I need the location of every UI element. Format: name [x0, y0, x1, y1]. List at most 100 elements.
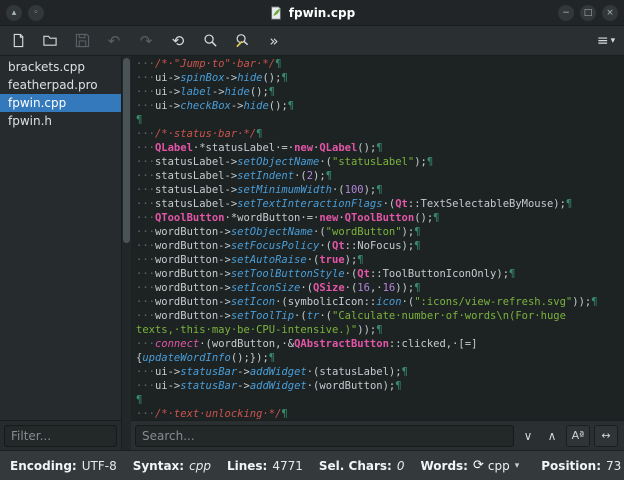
undo-button[interactable]: ↶ [102, 29, 126, 53]
redo-icon: ↷ [139, 31, 153, 50]
titlebar[interactable]: ▴ ◦ fpwin.cpp − □ × [0, 0, 624, 26]
search-bar: ∨ ∧ Aª ↔ [131, 420, 624, 450]
keep-above-icon: ▴ [11, 7, 17, 18]
close-icon: × [606, 7, 614, 18]
code-line: ···ui->label->hide();¶ [136, 86, 276, 98]
find-replace-button[interactable] [230, 29, 254, 53]
position-indicator: Position: 73 [541, 459, 621, 473]
chevron-down-icon: ∨ [523, 428, 533, 443]
sidebar: brackets.cpp featherpad.pro fpwin.cpp fpwin… [0, 56, 122, 450]
position-label: Position: [541, 458, 601, 473]
new-file-button[interactable] [6, 29, 30, 53]
minimize-button[interactable]: − [558, 4, 574, 21]
titlebar-left-buttons: ▴ ◦ [6, 4, 96, 21]
editor-scrollbar[interactable] [122, 56, 131, 450]
pin-button[interactable]: ◦ [28, 4, 44, 21]
words-refresh-icon[interactable]: ⟳ [473, 458, 484, 473]
code-line: ···wordButton->setObjectName·("wordButto… [136, 226, 421, 238]
code-line: ···wordButton->setIconSize·(QSize·(16,·1… [136, 282, 421, 294]
code-line: ···statusLabel->setIndent·(2);¶ [136, 170, 333, 182]
code-line: ···statusLabel->setTextInteractionFlags·… [136, 198, 573, 210]
whole-word-button[interactable]: ↔ [594, 424, 618, 447]
code-line: ···ui->statusBar->addWidget·(wordButton)… [136, 380, 402, 392]
code-area[interactable]: ···/*·"Jump·to"·bar·*/¶ ···ui->spinBox->h… [131, 56, 624, 420]
file-item[interactable]: fpwin.cpp [0, 94, 121, 112]
status-item: Words: ⟳ [420, 458, 484, 473]
chevron-down-icon: ▾ [514, 460, 520, 471]
code-line: ···wordButton->setToolTip·(tr·("Calculat… [136, 310, 566, 322]
match-case-button[interactable]: Aª [566, 424, 590, 447]
code-line: {updateWordInfo();});¶ [136, 352, 276, 364]
redo-button[interactable]: ↷ [134, 29, 158, 53]
statusbar: Encoding: UTF-8 Syntax: cpp Lines: 4771 Sel. C… [0, 450, 624, 480]
status-items: Encoding: UTF-8 Syntax: cpp Lines: 4771 Sel. C… [10, 458, 484, 473]
code-line: ···statusLabel->setMinimumWidth·(100);¶ [136, 184, 383, 196]
titlebar-right-buttons: − □ × [528, 4, 618, 21]
code-line: ···wordButton->setIcon·(symbolicIcon::ic… [136, 296, 598, 308]
chevron-up-icon: ∧ [547, 428, 557, 443]
file-item[interactable]: fpwin.h [0, 112, 121, 130]
code-line: texts,·this·may·be·CPU-intensive.)"));¶ [136, 324, 383, 336]
status-item: Sel. Chars: 0 [318, 458, 405, 473]
match-case-icon: Aª [571, 429, 585, 442]
reload-button[interactable]: ⟲ [166, 29, 190, 53]
code-line: ···wordButton->setFocusPolicy·(Qt::NoFoc… [136, 240, 421, 252]
status-right: cpp ▾ Position: 73 [484, 457, 621, 475]
code-line: ···ui->checkBox->hide();¶ [136, 100, 295, 112]
code-line: ···connect·(wordButton,·&QAbstractButton… [136, 338, 478, 350]
code-line: ···ui->statusBar->addWidget·(statusLabel… [136, 366, 408, 378]
save-icon [75, 33, 89, 48]
code-line: ···QToolButton·*wordButton·=·new·QToolBu… [136, 212, 440, 224]
code-line: ···/*·status·bar·*/¶ [136, 128, 263, 140]
search-input[interactable] [135, 424, 514, 447]
position-value: 73 [606, 458, 622, 473]
undo-icon: ↶ [107, 31, 121, 50]
code-line: ···/*·text·unlocking·*/¶ [136, 408, 288, 420]
new-file-icon [13, 33, 23, 48]
keep-above-button[interactable]: ▴ [6, 4, 22, 21]
minimize-icon: − [562, 7, 570, 18]
jump-bar-button[interactable]: » [262, 29, 286, 53]
file-item[interactable]: brackets.cpp [0, 58, 121, 76]
open-file-button[interactable] [38, 29, 62, 53]
filter-row [0, 420, 121, 450]
maximize-icon: □ [583, 7, 593, 18]
code-line: ···statusLabel->setObjectName·("statusLa… [136, 156, 434, 168]
main-content: brackets.cpp featherpad.pro fpwin.cpp fpwin… [0, 56, 624, 450]
search-next-button[interactable]: ∨ [518, 425, 538, 447]
code-line: ···/*·"Jump·to"·bar·*/¶ [136, 58, 282, 70]
pin-icon: ◦ [33, 7, 39, 18]
close-button[interactable]: × [602, 4, 618, 21]
reload-icon: ⟲ [171, 31, 185, 50]
code-line: ¶ [136, 114, 143, 126]
find-button[interactable] [198, 29, 222, 53]
search-replace-icon [235, 34, 248, 48]
scrollbar-thumb[interactable] [123, 58, 130, 244]
file-item[interactable]: featherpad.pro [0, 76, 121, 94]
status-item: Syntax: cpp [132, 458, 211, 473]
search-icon [203, 34, 217, 47]
filter-input[interactable] [4, 424, 117, 447]
app-window: ▴ ◦ fpwin.cpp − □ × ↶ ↷ ⟲ » ≡ ▾ brackets… [0, 0, 624, 480]
main-menu-button[interactable]: ≡ ▾ [594, 29, 618, 53]
syntax-dropdown-value: cpp [487, 458, 510, 473]
search-prev-button[interactable]: ∧ [542, 425, 562, 447]
chevron-down-icon: ▾ [610, 35, 616, 46]
whole-word-icon: ↔ [601, 429, 611, 442]
status-item: Encoding: UTF-8 [10, 458, 117, 473]
code-line: ···wordButton->setToolButtonStyle·(Qt::T… [136, 268, 516, 280]
code-line: ···wordButton->setAutoRaise·(true);¶ [136, 254, 364, 266]
code-line: ¶ [136, 394, 143, 406]
syntax-dropdown[interactable]: cpp ▾ [484, 457, 523, 475]
editor-pane: ···/*·"Jump·to"·bar·*/¶ ···ui->spinBox->h… [131, 56, 624, 450]
maximize-button[interactable]: □ [580, 4, 596, 21]
code-line: ···QLabel·*statusLabel·=·new·QLabel();¶ [136, 142, 383, 154]
toolbar: ↶ ↷ ⟲ » ≡ ▾ [0, 26, 624, 56]
code-line: ···ui->spinBox->hide();¶ [136, 72, 288, 84]
app-icon [270, 5, 281, 20]
save-button[interactable] [70, 29, 94, 53]
window-title: fpwin.cpp [288, 5, 356, 20]
window-title-area: fpwin.cpp [96, 6, 528, 20]
hamburger-icon: ≡ [596, 32, 609, 49]
open-folder-icon [43, 35, 57, 46]
